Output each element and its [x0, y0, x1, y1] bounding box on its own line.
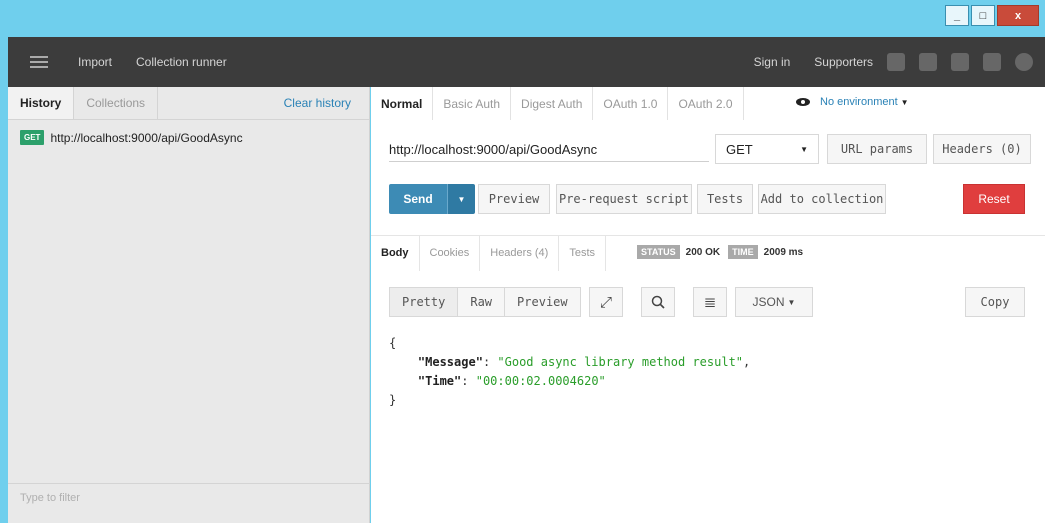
json-comma: ,: [743, 355, 751, 369]
json-sep: :: [482, 355, 498, 369]
status-value: 200 OK: [685, 246, 721, 258]
help-icon[interactable]: [1015, 53, 1033, 71]
response-tabs: Body Cookies Headers (4) Tests: [371, 235, 607, 271]
preview-button[interactable]: Preview: [478, 184, 550, 214]
collection-runner-link[interactable]: Collection runner: [136, 55, 227, 69]
clear-history-link[interactable]: Clear history: [284, 87, 369, 119]
chevron-down-icon: ▼: [800, 144, 808, 154]
json-value: "00:00:02.0004620": [475, 374, 606, 388]
code-icon[interactable]: [919, 53, 937, 71]
chevron-down-icon: ▼: [900, 97, 909, 107]
app-window: _ □ x Import Collection runner Sign in S…: [0, 0, 1045, 523]
twitter-icon[interactable]: [983, 53, 1001, 71]
tab-tests[interactable]: Tests: [559, 235, 607, 271]
tab-basic-auth[interactable]: Basic Auth: [433, 87, 512, 120]
url-params-button[interactable]: URL params: [827, 134, 927, 164]
tab-oauth-1[interactable]: OAuth 1.0: [593, 87, 669, 120]
method-select[interactable]: GET ▼: [715, 134, 819, 164]
toolbar-right: Sign in Supporters: [754, 53, 1045, 71]
chevron-down-icon: ▼: [787, 297, 796, 307]
format-value: JSON: [752, 295, 785, 309]
tab-history[interactable]: History: [8, 87, 75, 119]
environment-selector[interactable]: No environment ▼: [796, 96, 909, 108]
tab-body[interactable]: Body: [371, 235, 420, 271]
eye-icon[interactable]: [796, 98, 810, 106]
traffic-light-icon[interactable]: [887, 53, 905, 71]
menu-icon[interactable]: [30, 56, 48, 68]
reset-button[interactable]: Reset: [963, 184, 1025, 214]
url-input[interactable]: [389, 138, 709, 162]
sidebar: History Collections Clear history GET ht…: [8, 87, 370, 523]
add-to-collection-button[interactable]: Add to collection: [758, 184, 886, 214]
brace-close: }: [389, 393, 397, 407]
status-label: STATUS: [637, 245, 680, 259]
copy-button[interactable]: Copy: [965, 287, 1025, 317]
json-sep: :: [461, 374, 476, 388]
tests-button[interactable]: Tests: [697, 184, 753, 214]
wrap-icon[interactable]: ≣: [693, 287, 727, 317]
wrench-icon[interactable]: [951, 53, 969, 71]
tab-collections[interactable]: Collections: [74, 87, 159, 119]
top-toolbar: Import Collection runner Sign in Support…: [8, 37, 1045, 87]
main-panel: Normal Basic Auth Digest Auth OAuth 1.0 …: [371, 87, 1045, 523]
filter-input[interactable]: Type to filter: [8, 483, 370, 513]
title-bar: _ □ x: [0, 0, 1045, 34]
import-link[interactable]: Import: [78, 55, 112, 69]
close-button[interactable]: x: [997, 5, 1039, 26]
expand-icon[interactable]: ⤢: [589, 287, 623, 317]
format-select[interactable]: JSON ▼: [735, 287, 813, 317]
supporters-link[interactable]: Supporters: [814, 55, 873, 69]
tab-headers[interactable]: Headers (4): [480, 235, 560, 271]
maximize-button[interactable]: □: [971, 5, 995, 26]
sign-in-link[interactable]: Sign in: [754, 55, 791, 69]
tab-normal[interactable]: Normal: [371, 87, 434, 120]
status-group: STATUS 200 OK TIME 2009 ms: [637, 245, 803, 259]
tab-oauth-2[interactable]: OAuth 2.0: [668, 87, 744, 120]
history-item[interactable]: GET http://localhost:9000/api/GoodAsync: [8, 120, 369, 155]
minimize-button[interactable]: _: [945, 5, 969, 26]
tab-digest-auth[interactable]: Digest Auth: [511, 87, 594, 120]
pretty-button[interactable]: Pretty: [390, 288, 459, 316]
headers-button[interactable]: Headers (0): [933, 134, 1031, 164]
search-icon[interactable]: [641, 287, 675, 317]
json-key: "Message": [417, 355, 483, 369]
method-value: GET: [726, 141, 753, 157]
brace-open: {: [389, 336, 397, 350]
response-body: { "Message": "Good async library method …: [389, 334, 750, 410]
sidebar-tabs: History Collections Clear history: [8, 87, 369, 120]
method-badge: GET: [20, 130, 45, 145]
view-mode-group: Pretty Raw Preview: [389, 287, 581, 317]
environment-label: No environment: [820, 96, 898, 108]
send-options-icon[interactable]: ▼: [447, 184, 475, 214]
json-key: "Time": [417, 374, 462, 388]
tab-cookies[interactable]: Cookies: [420, 235, 481, 271]
history-url: http://localhost:9000/api/GoodAsync: [50, 130, 243, 145]
send-button[interactable]: Send: [389, 184, 447, 214]
json-value: "Good async library method result": [497, 355, 744, 369]
preview-view-button[interactable]: Preview: [505, 288, 580, 316]
time-value: 2009 ms: [763, 246, 804, 258]
pre-request-script-button[interactable]: Pre-request script: [556, 184, 692, 214]
raw-button[interactable]: Raw: [458, 288, 506, 316]
auth-tabs: Normal Basic Auth Digest Auth OAuth 1.0 …: [371, 87, 744, 120]
send-button-group: Send ▼: [389, 184, 475, 214]
time-label: TIME: [728, 245, 758, 259]
window-controls: _ □ x: [945, 5, 1039, 26]
